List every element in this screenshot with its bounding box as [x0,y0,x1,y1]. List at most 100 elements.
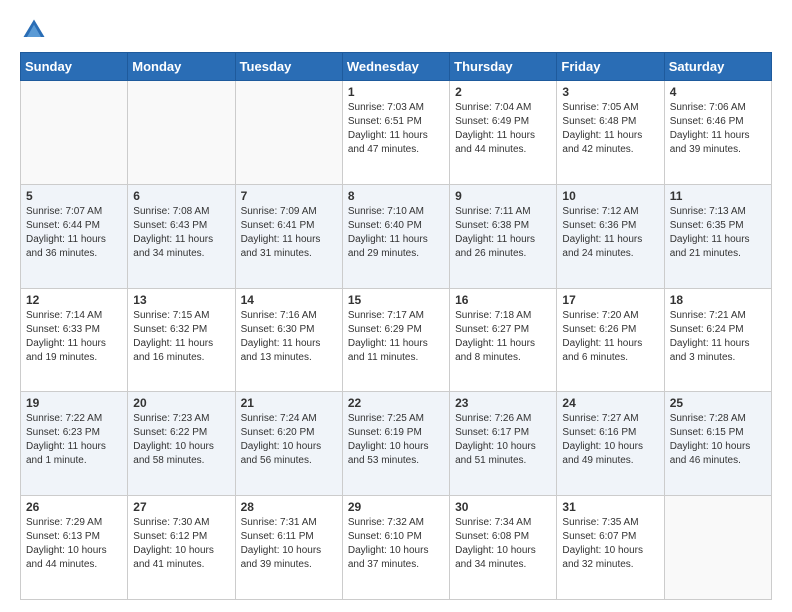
day-info: Sunrise: 7:27 AM Sunset: 6:16 PM Dayligh… [562,412,658,468]
day-info: Sunrise: 7:34 AM Sunset: 6:08 PM Dayligh… [455,516,551,572]
col-header-saturday: Saturday [664,53,771,81]
col-header-tuesday: Tuesday [235,53,342,81]
day-info: Sunrise: 7:11 AM Sunset: 6:38 PM Dayligh… [455,205,551,261]
day-info: Sunrise: 7:31 AM Sunset: 6:11 PM Dayligh… [241,516,337,572]
day-info: Sunrise: 7:14 AM Sunset: 6:33 PM Dayligh… [26,309,122,365]
calendar-cell: 24 Sunrise: 7:27 AM Sunset: 6:16 PM Dayli… [557,392,664,496]
calendar-cell: 22 Sunrise: 7:25 AM Sunset: 6:19 PM Dayli… [342,392,449,496]
day-number: 6 [133,189,229,203]
calendar-cell: 9 Sunrise: 7:11 AM Sunset: 6:38 PM Daylig… [450,184,557,288]
day-info: Sunrise: 7:10 AM Sunset: 6:40 PM Dayligh… [348,205,444,261]
calendar-cell: 21 Sunrise: 7:24 AM Sunset: 6:20 PM Dayli… [235,392,342,496]
day-number: 2 [455,85,551,99]
day-number: 20 [133,396,229,410]
week-row-0: 1 Sunrise: 7:03 AM Sunset: 6:51 PM Daylig… [21,81,772,185]
day-info: Sunrise: 7:25 AM Sunset: 6:19 PM Dayligh… [348,412,444,468]
week-row-3: 19 Sunrise: 7:22 AM Sunset: 6:23 PM Dayli… [21,392,772,496]
day-info: Sunrise: 7:35 AM Sunset: 6:07 PM Dayligh… [562,516,658,572]
day-info: Sunrise: 7:13 AM Sunset: 6:35 PM Dayligh… [670,205,766,261]
day-info: Sunrise: 7:30 AM Sunset: 6:12 PM Dayligh… [133,516,229,572]
calendar-cell: 23 Sunrise: 7:26 AM Sunset: 6:17 PM Dayli… [450,392,557,496]
calendar-cell: 19 Sunrise: 7:22 AM Sunset: 6:23 PM Dayli… [21,392,128,496]
day-info: Sunrise: 7:09 AM Sunset: 6:41 PM Dayligh… [241,205,337,261]
day-number: 10 [562,189,658,203]
calendar-cell: 15 Sunrise: 7:17 AM Sunset: 6:29 PM Dayli… [342,288,449,392]
day-number: 19 [26,396,122,410]
calendar-cell: 17Sunrise: 7:20 AM Sunset: 6:26 PM Dayli… [557,288,664,392]
day-info: Sunrise: 7:24 AM Sunset: 6:20 PM Dayligh… [241,412,337,468]
day-info: Sunrise: 7:29 AM Sunset: 6:13 PM Dayligh… [26,516,122,572]
day-info: Sunrise: 7:32 AM Sunset: 6:10 PM Dayligh… [348,516,444,572]
calendar-cell: 26 Sunrise: 7:29 AM Sunset: 6:13 PM Dayli… [21,496,128,600]
day-info: Sunrise: 7:23 AM Sunset: 6:22 PM Dayligh… [133,412,229,468]
day-number: 31 [562,500,658,514]
day-number: 30 [455,500,551,514]
calendar-cell: 10 Sunrise: 7:12 AM Sunset: 6:36 PM Dayli… [557,184,664,288]
day-number: 24 [562,396,658,410]
calendar-cell: 20 Sunrise: 7:23 AM Sunset: 6:22 PM Dayli… [128,392,235,496]
calendar-cell: 31 Sunrise: 7:35 AM Sunset: 6:07 PM Dayli… [557,496,664,600]
page: SundayMondayTuesdayWednesdayThursdayFrid… [0,0,792,612]
day-info: Sunrise: 7:03 AM Sunset: 6:51 PM Dayligh… [348,101,444,157]
calendar-cell: 13Sunrise: 7:15 AM Sunset: 6:32 PM Dayli… [128,288,235,392]
calendar-cell: 7 Sunrise: 7:09 AM Sunset: 6:41 PM Daylig… [235,184,342,288]
calendar-cell: 27 Sunrise: 7:30 AM Sunset: 6:12 PM Dayli… [128,496,235,600]
day-number: 22 [348,396,444,410]
calendar-table: SundayMondayTuesdayWednesdayThursdayFrid… [20,52,772,600]
calendar-cell: 16Sunrise: 7:18 AM Sunset: 6:27 PM Dayli… [450,288,557,392]
day-number: 1 [348,85,444,99]
calendar-cell: 18 Sunrise: 7:21 AM Sunset: 6:24 PM Dayli… [664,288,771,392]
calendar-cell [235,81,342,185]
day-info: Sunrise: 7:22 AM Sunset: 6:23 PM Dayligh… [26,412,122,468]
day-info: Sunrise: 7:05 AM Sunset: 6:48 PM Dayligh… [562,101,658,157]
day-number: 14 [241,293,337,307]
day-info: Sunrise: 7:28 AM Sunset: 6:15 PM Dayligh… [670,412,766,468]
week-row-1: 5Sunrise: 7:07 AM Sunset: 6:44 PM Daylig… [21,184,772,288]
day-info: Sunrise: 7:06 AM Sunset: 6:46 PM Dayligh… [670,101,766,157]
calendar-cell [664,496,771,600]
calendar-cell [128,81,235,185]
day-number: 12 [26,293,122,307]
calendar-cell [21,81,128,185]
day-number: 7 [241,189,337,203]
day-info: Sunrise: 7:15 AM Sunset: 6:32 PM Dayligh… [133,309,229,365]
calendar-cell: 2 Sunrise: 7:04 AM Sunset: 6:49 PM Daylig… [450,81,557,185]
logo-icon [20,16,48,44]
calendar-cell: 3 Sunrise: 7:05 AM Sunset: 6:48 PM Daylig… [557,81,664,185]
calendar-cell: 8 Sunrise: 7:10 AM Sunset: 6:40 PM Daylig… [342,184,449,288]
col-header-thursday: Thursday [450,53,557,81]
day-number: 11 [670,189,766,203]
day-number: 27 [133,500,229,514]
calendar-cell: 28 Sunrise: 7:31 AM Sunset: 6:11 PM Dayli… [235,496,342,600]
day-number: 23 [455,396,551,410]
day-number: 8 [348,189,444,203]
day-number: 4 [670,85,766,99]
day-info: Sunrise: 7:17 AM Sunset: 6:29 PM Dayligh… [348,309,444,365]
day-info: Sunrise: 7:26 AM Sunset: 6:17 PM Dayligh… [455,412,551,468]
day-info: Sunrise: 7:21 AM Sunset: 6:24 PM Dayligh… [670,309,766,365]
calendar-cell: 4 Sunrise: 7:06 AM Sunset: 6:46 PM Daylig… [664,81,771,185]
day-number: 9 [455,189,551,203]
calendar-cell: 25Sunrise: 7:28 AM Sunset: 6:15 PM Dayli… [664,392,771,496]
day-info: Sunrise: 7:16 AM Sunset: 6:30 PM Dayligh… [241,309,337,365]
col-header-monday: Monday [128,53,235,81]
calendar-cell: 30 Sunrise: 7:34 AM Sunset: 6:08 PM Dayli… [450,496,557,600]
week-row-4: 26 Sunrise: 7:29 AM Sunset: 6:13 PM Dayli… [21,496,772,600]
day-info: Sunrise: 7:12 AM Sunset: 6:36 PM Dayligh… [562,205,658,261]
day-number: 26 [26,500,122,514]
col-header-friday: Friday [557,53,664,81]
day-number: 21 [241,396,337,410]
day-number: 28 [241,500,337,514]
header-row: SundayMondayTuesdayWednesdayThursdayFrid… [21,53,772,81]
day-info: Sunrise: 7:04 AM Sunset: 6:49 PM Dayligh… [455,101,551,157]
day-number: 16 [455,293,551,307]
day-number: 3 [562,85,658,99]
day-number: 17 [562,293,658,307]
day-number: 29 [348,500,444,514]
day-number: 18 [670,293,766,307]
day-number: 15 [348,293,444,307]
week-row-2: 12 Sunrise: 7:14 AM Sunset: 6:33 PM Dayli… [21,288,772,392]
calendar-cell: 6Sunrise: 7:08 AM Sunset: 6:43 PM Daylig… [128,184,235,288]
calendar-cell: 14 Sunrise: 7:16 AM Sunset: 6:30 PM Dayli… [235,288,342,392]
logo [20,16,52,44]
